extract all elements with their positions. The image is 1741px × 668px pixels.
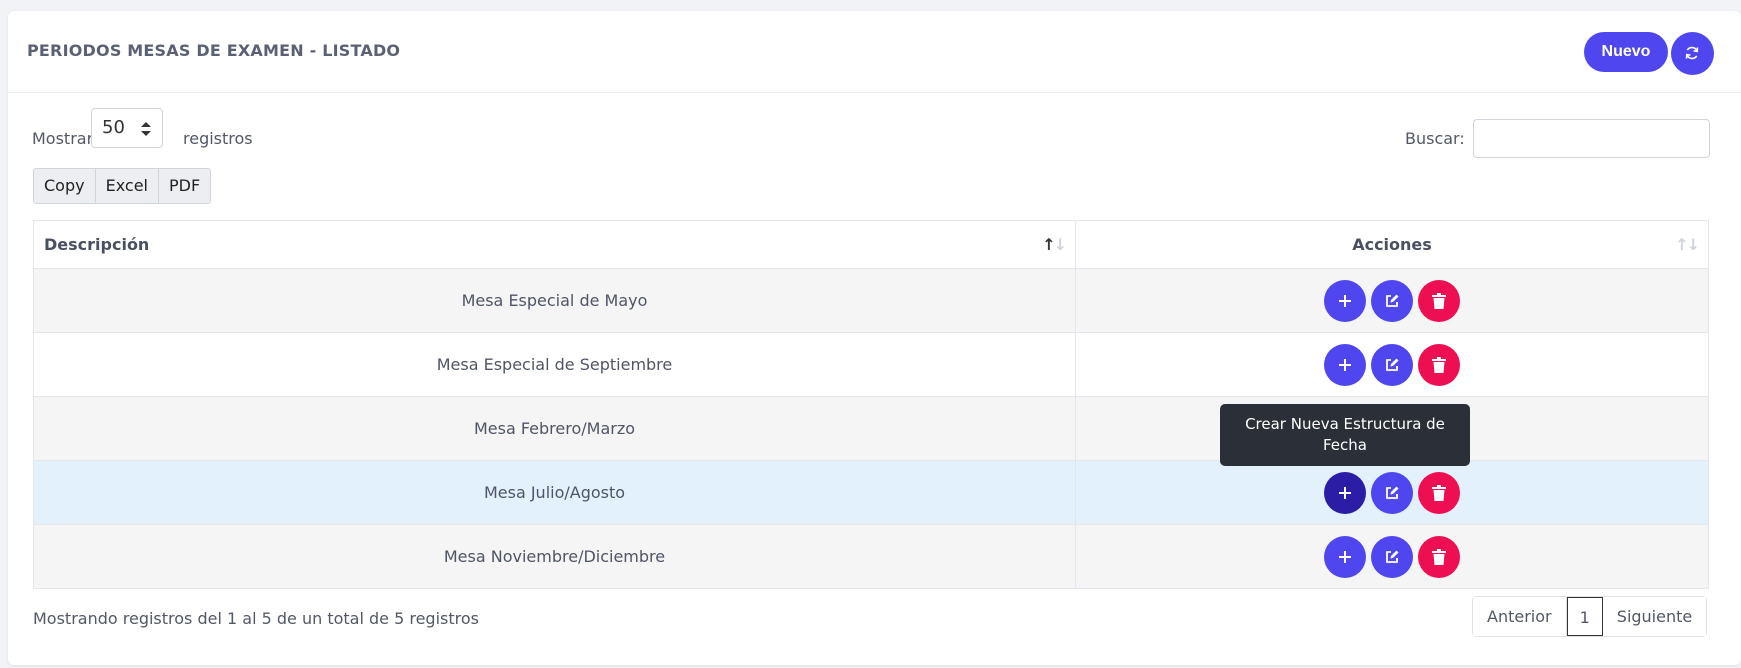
cell-acciones [1075, 524, 1709, 589]
trash-icon [1432, 484, 1446, 501]
table-row: Mesa Noviembre/Diciembre [33, 524, 1709, 589]
length-prefix-label: Mostrar [32, 129, 94, 148]
cell-acciones [1075, 460, 1709, 525]
tooltip: Crear Nueva Estructura de Fecha [1220, 404, 1470, 466]
trash-icon [1432, 356, 1446, 373]
card-header: PERIODOS MESAS DE EXAMEN - LISTADO Nuevo [8, 11, 1741, 93]
search-label: Buscar: [1405, 129, 1465, 148]
edit-button[interactable] [1371, 535, 1413, 578]
pagination: Anterior 1 Siguiente [1472, 596, 1708, 637]
delete-button[interactable] [1418, 535, 1460, 578]
cell-descripcion: Mesa Julio/Agosto [33, 460, 1076, 525]
delete-button[interactable] [1418, 343, 1460, 386]
column-label-acciones: Acciones [1352, 235, 1432, 254]
table-row: Mesa Julio/Agosto [33, 460, 1709, 525]
trash-icon [1432, 548, 1446, 565]
trash-icon [1432, 292, 1446, 309]
sort-icon: ↑↓ [1042, 235, 1067, 254]
page-title: PERIODOS MESAS DE EXAMEN - LISTADO [27, 41, 401, 60]
pagination-page-1[interactable]: 1 [1566, 597, 1603, 636]
refresh-icon [1685, 46, 1699, 60]
pagination-next[interactable]: Siguiente [1602, 597, 1707, 636]
column-header-acciones[interactable]: Acciones ↑↓ [1075, 220, 1709, 269]
delete-button[interactable] [1418, 279, 1460, 322]
edit-button[interactable] [1371, 471, 1413, 514]
cell-acciones [1075, 268, 1709, 333]
length-suffix-label: registros [183, 129, 253, 148]
plus-icon [1339, 294, 1351, 307]
cell-acciones [1075, 332, 1709, 397]
column-label-descripcion: Descripción [44, 235, 150, 254]
page-length-value: 50 [102, 117, 125, 138]
sort-updown-icon [141, 122, 151, 136]
add-date-structure-button[interactable] [1324, 343, 1366, 386]
plus-icon [1339, 550, 1351, 563]
edit-button[interactable] [1371, 279, 1413, 322]
copy-button[interactable]: Copy [34, 169, 96, 203]
edit-icon [1386, 294, 1399, 307]
add-date-structure-button[interactable] [1324, 535, 1366, 578]
edit-icon [1386, 550, 1399, 563]
delete-button[interactable] [1418, 471, 1460, 514]
cell-descripcion: Mesa Especial de Septiembre [33, 332, 1076, 397]
add-date-structure-button[interactable] [1324, 471, 1366, 514]
plus-icon [1339, 486, 1351, 499]
new-button[interactable]: Nuevo [1584, 32, 1668, 72]
page-length-select[interactable]: 50 [91, 108, 163, 148]
column-header-descripcion[interactable]: Descripción ↑↓ [33, 220, 1076, 269]
cell-descripcion: Mesa Noviembre/Diciembre [33, 524, 1076, 589]
edit-button[interactable] [1371, 343, 1413, 386]
pdf-button[interactable]: PDF [158, 169, 211, 203]
export-button-group: Copy Excel PDF [33, 168, 212, 204]
sort-icon: ↑↓ [1675, 235, 1700, 254]
search-input[interactable] [1473, 119, 1710, 158]
add-date-structure-button[interactable] [1324, 279, 1366, 322]
refresh-button[interactable] [1671, 32, 1714, 75]
table-info: Mostrando registros del 1 al 5 de un tot… [33, 609, 479, 628]
table-row: Mesa Especial de Septiembre [33, 332, 1709, 397]
table-row: Mesa Especial de Mayo [33, 268, 1709, 333]
edit-icon [1386, 486, 1399, 499]
edit-icon [1386, 358, 1399, 371]
cell-descripcion: Mesa Especial de Mayo [33, 268, 1076, 333]
cell-descripcion: Mesa Febrero/Marzo [33, 396, 1076, 461]
excel-button[interactable]: Excel [95, 169, 159, 203]
plus-icon [1339, 358, 1351, 371]
pagination-prev[interactable]: Anterior [1473, 597, 1567, 636]
